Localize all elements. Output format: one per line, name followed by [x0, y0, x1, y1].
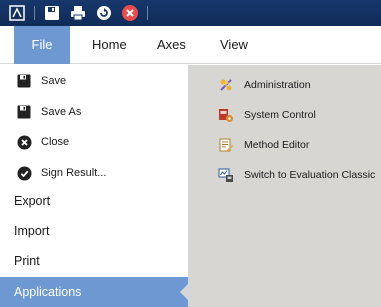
export-label: Export	[14, 194, 51, 208]
close-icon[interactable]	[119, 2, 141, 24]
file-menu: Save Save As Close Sign Result... Export…	[0, 65, 188, 307]
save-as-label: Save As	[41, 106, 82, 118]
quick-access-toolbar	[0, 0, 381, 26]
administration-item[interactable]: Administration	[218, 75, 311, 95]
sign-result-command[interactable]: Sign Result...	[0, 159, 188, 187]
toolbar-separator	[34, 6, 35, 20]
applications-section[interactable]: Applications	[0, 277, 188, 307]
close-label: Close	[41, 136, 70, 148]
close-circle-icon	[16, 134, 32, 150]
save-icon	[16, 73, 32, 89]
system-control-icon	[218, 107, 234, 123]
export-section[interactable]: Export	[0, 187, 188, 215]
save-as-command[interactable]: Save As	[0, 98, 188, 126]
switch-evaluation-label: Switch to Evaluation Classic	[244, 169, 376, 181]
check-circle-icon	[16, 165, 32, 181]
system-control-label: System Control	[244, 109, 316, 121]
save-as-icon	[16, 104, 32, 120]
tab-file[interactable]: File	[14, 26, 70, 64]
applications-pane: Administration System Control Method Edi…	[188, 65, 381, 307]
tab-home[interactable]: Home	[92, 26, 127, 64]
print-label: Print	[14, 254, 40, 268]
switch-evaluation-icon	[218, 167, 234, 183]
applications-panel	[198, 65, 381, 307]
app-logo-icon[interactable]	[6, 2, 28, 24]
toolbar-separator	[147, 6, 148, 20]
administration-label: Administration	[244, 79, 311, 91]
close-command[interactable]: Close	[0, 128, 188, 156]
method-editor-label: Method Editor	[244, 139, 310, 151]
tab-axes[interactable]: Axes	[157, 26, 186, 64]
system-control-item[interactable]: System Control	[218, 105, 316, 125]
administration-icon	[218, 77, 234, 93]
tab-view[interactable]: View	[220, 26, 248, 64]
save-command[interactable]: Save	[0, 67, 188, 95]
import-label: Import	[14, 224, 50, 238]
applications-label: Applications	[14, 285, 82, 299]
sign-result-label: Sign Result...	[41, 167, 107, 179]
ribbon-tab-bar: File Home Axes View	[0, 26, 381, 64]
method-editor-icon	[218, 137, 234, 153]
print-icon[interactable]	[67, 2, 89, 24]
save-icon[interactable]	[41, 2, 63, 24]
switch-evaluation-item[interactable]: Switch to Evaluation Classic	[218, 165, 375, 185]
print-section[interactable]: Print	[0, 247, 188, 275]
selection-pointer	[180, 284, 188, 300]
refresh-icon[interactable]	[93, 2, 115, 24]
import-section[interactable]: Import	[0, 217, 188, 245]
save-label: Save	[41, 75, 67, 87]
method-editor-item[interactable]: Method Editor	[218, 135, 309, 155]
